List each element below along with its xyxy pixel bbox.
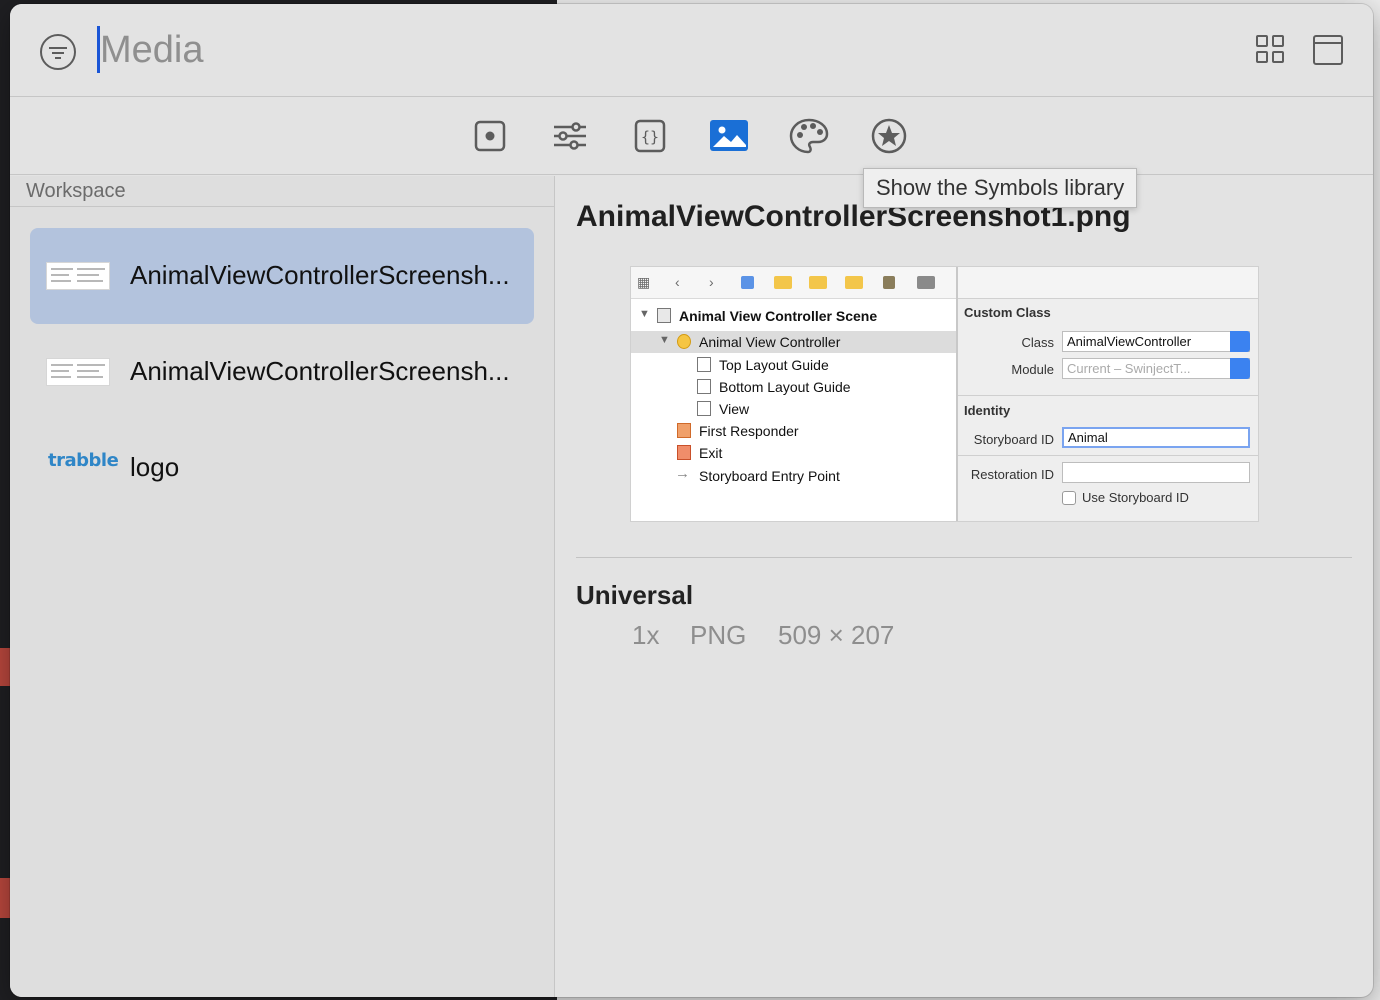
palette-icon (789, 118, 829, 154)
square-dot-icon (474, 120, 506, 152)
tab-modifiers[interactable] (550, 116, 590, 156)
asset-dimensions: 509 × 207 (778, 620, 895, 650)
list-item-label: logo (130, 452, 180, 482)
storyboard-id-field: Animal (1062, 427, 1250, 448)
svg-text:{}: {} (641, 128, 659, 146)
braces-icon: {} (634, 119, 666, 153)
tree-row: → Storyboard Entry Point (675, 465, 840, 484)
tree-row-label: First Responder (699, 423, 799, 439)
class-field: AnimalViewController (1062, 331, 1250, 352)
library-sidebar: Workspace AnimalViewControllerScreensh..… (10, 176, 555, 997)
divider (576, 557, 1352, 558)
checkbox-label: Use Storyboard ID (1082, 490, 1189, 505)
tab-snippets[interactable]: {} (630, 116, 670, 156)
tree-row-label: Bottom Layout Guide (719, 379, 851, 395)
tree-row-label: Storyboard Entry Point (699, 468, 840, 484)
asset-thumbnail (46, 262, 110, 290)
module-field: Current – SwinjectT... (1062, 358, 1250, 379)
tab-media[interactable] (709, 116, 749, 156)
inspector-label: Restoration ID (970, 467, 1054, 482)
library-header (10, 4, 1373, 97)
asset-format: PNG (690, 620, 747, 650)
tree-row: Top Layout Guide (631, 354, 956, 376)
filter-icon[interactable] (40, 34, 76, 70)
preview-inspector: Custom Class Class AnimalViewController … (958, 267, 1258, 521)
section-title: Universal (576, 580, 694, 610)
detail-view-icon[interactable] (1313, 35, 1343, 65)
star-circle-icon (871, 118, 907, 154)
list-item-label: AnimalViewControllerScreensh... (130, 260, 510, 290)
tree-row-label: Animal View Controller Scene (679, 308, 878, 324)
inspector-label: Module (1011, 362, 1054, 377)
library-tabs: {} (10, 98, 1373, 175)
checkbox (1062, 491, 1076, 505)
asset-detail: AnimalViewControllerScreenshot1.png ▦ ‹ ›… (556, 176, 1373, 997)
tree-row: Exit (631, 442, 956, 464)
library-panel: {} Workspace (10, 4, 1373, 997)
list-item[interactable]: AnimalViewControllerScreensh... (30, 228, 534, 324)
tree-row-label: Top Layout Guide (719, 357, 829, 373)
tree-row-label: View (719, 401, 750, 417)
inspector-header: Custom Class (964, 305, 1051, 320)
logo-thumbnail: trabble (48, 450, 119, 471)
list-item[interactable]: trabble logo (30, 420, 534, 516)
sliders-icon (554, 122, 586, 150)
tab-views[interactable] (470, 116, 510, 156)
inspector-label: Class (1021, 335, 1054, 350)
preview-jump-bar: ▦ ‹ › (631, 267, 956, 299)
photo-icon (710, 120, 748, 151)
list-item[interactable]: AnimalViewControllerScreensh... (30, 324, 534, 420)
tab-colors[interactable] (789, 116, 829, 156)
asset-preview: ▦ ‹ › ▼ Animal View Controller Scene ▼ An… (630, 266, 1259, 522)
grid-view-icon[interactable] (1256, 35, 1286, 65)
tree-row: Bottom Layout Guide (631, 376, 956, 398)
asset-scale: 1x (632, 620, 660, 650)
restoration-id-field (1062, 462, 1250, 483)
tree-row-label: Animal View Controller (699, 334, 841, 350)
asset-thumbnail (46, 358, 110, 386)
tree-row-label: Exit (699, 445, 723, 461)
inspector-header: Identity (964, 403, 1011, 418)
tree-row: ▼ Animal View Controller Scene (639, 308, 878, 324)
tree-row: ▼ Animal View Controller (631, 331, 956, 353)
tree-row: View (631, 398, 956, 420)
search-input[interactable] (100, 26, 700, 74)
sidebar-header: Workspace (10, 176, 554, 207)
tree-row: First Responder (631, 420, 956, 442)
tooltip: Show the Symbols library (863, 168, 1138, 208)
inspector-label: Storyboard ID (973, 432, 1054, 447)
tab-symbols[interactable] (869, 116, 909, 156)
list-item-label: AnimalViewControllerScreensh... (130, 356, 510, 386)
